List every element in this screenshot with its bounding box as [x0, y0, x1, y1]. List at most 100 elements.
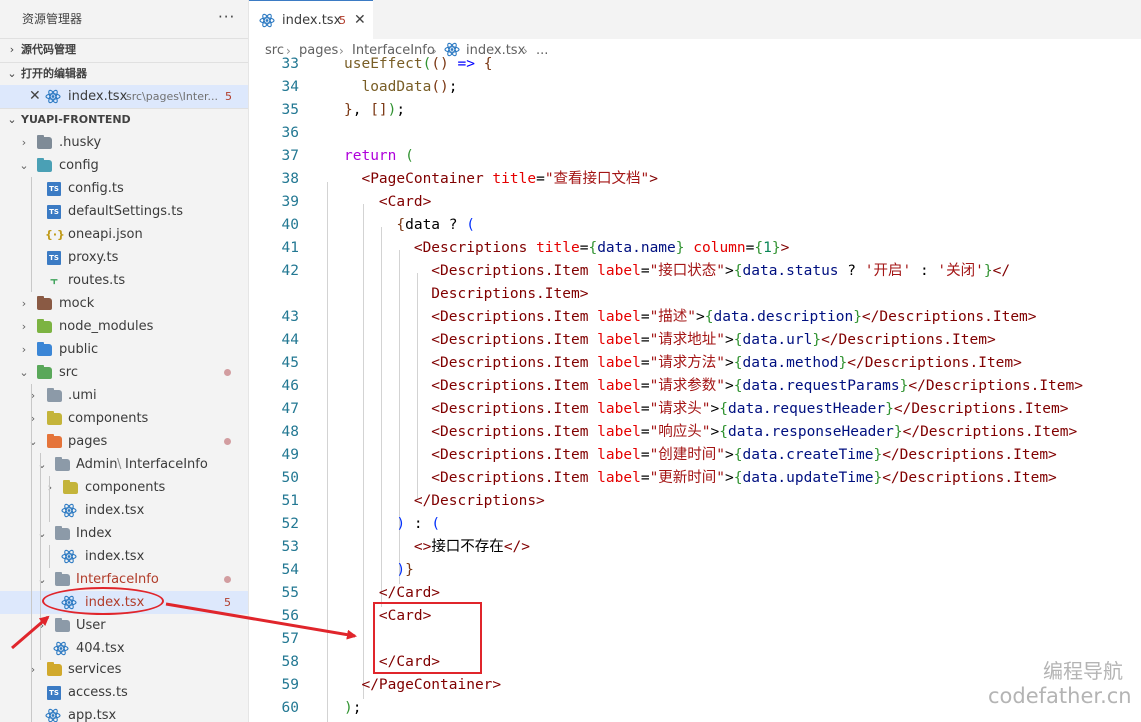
config-folder-icon	[37, 158, 52, 172]
line-number: 47	[281, 401, 299, 417]
tree-item-husky[interactable]: › .husky	[0, 131, 248, 154]
folder-icon	[55, 618, 70, 632]
code-token: =>	[457, 56, 484, 72]
tree-item-routes[interactable]: ⫟ routes.ts	[0, 269, 248, 292]
code-token: (	[466, 217, 475, 233]
section-open-editors[interactable]: ⌄ 打开的编辑器	[0, 62, 248, 84]
tree-item-src[interactable]: ⌄ src	[0, 361, 248, 384]
tree-item-index-folder[interactable]: ⌄ Index	[0, 522, 248, 545]
section-project[interactable]: ⌄ YUAPI-FRONTEND	[0, 108, 248, 130]
tree-item-app[interactable]: app.tsx	[0, 704, 248, 722]
code-token: <	[344, 194, 388, 210]
node-folder-icon	[37, 319, 52, 333]
tree-item-mock[interactable]: › mock	[0, 292, 248, 315]
code-token: >	[725, 332, 734, 348]
folder-icon	[47, 388, 62, 402]
code-token: >	[710, 424, 720, 440]
code-token: label	[597, 309, 641, 325]
code-token: <	[344, 424, 441, 440]
tree-item-node-modules[interactable]: › node_modules	[0, 315, 248, 338]
code-token: data	[405, 217, 449, 233]
section-scm[interactable]: › 源代码管理	[0, 38, 248, 60]
chevron-right-icon: ›	[47, 481, 53, 494]
code-token: Descriptions.Item	[440, 447, 598, 463]
tree-item-defaultsettings[interactable]: TS defaultSettings.ts	[0, 200, 248, 223]
line-number: 54	[281, 562, 299, 578]
code-token: </Descriptions.Item>	[893, 401, 1069, 417]
tree-item-admin-index[interactable]: index.tsx	[0, 499, 248, 522]
code-token: Descriptions.Item	[440, 470, 598, 486]
code-token: <	[344, 263, 441, 279]
code-token: data.requestHeader	[728, 401, 886, 417]
code-token: >	[725, 378, 734, 394]
react-icon	[61, 503, 77, 518]
tree-item-admin[interactable]: ⌄ Admin \ InterfaceInfo	[0, 453, 248, 476]
tab-close-icon[interactable]: ✕	[354, 1, 366, 40]
line-number: 48	[281, 424, 299, 440]
line-number: 39	[281, 194, 299, 210]
code-token: label	[597, 424, 641, 440]
code-line: </Descriptions>	[344, 490, 545, 513]
code-token: {	[733, 470, 743, 486]
code-token: {	[754, 240, 764, 256]
tree-item-public[interactable]: › public	[0, 338, 248, 361]
tree-item-user[interactable]: › User	[0, 614, 248, 637]
tree-item-admin-components[interactable]: › components	[0, 476, 248, 499]
tree-item-label: components	[68, 411, 149, 426]
code-token: Descriptions.Item	[440, 401, 598, 417]
modified-dot	[224, 438, 231, 445]
code-token: {	[588, 240, 598, 256]
code-token: }	[771, 240, 781, 256]
tab-index-tsx[interactable]: index.tsx 5 ✕	[249, 0, 373, 39]
code-token: PageContainer	[370, 171, 493, 187]
tree-item-proxy[interactable]: TS proxy.ts	[0, 246, 248, 269]
code-line: <Descriptions.Item label="请求头">{data.req…	[344, 398, 1068, 421]
tree-item-label: config.ts	[68, 181, 124, 196]
tree-item-404[interactable]: 404.tsx	[0, 637, 248, 660]
code-token: >	[422, 194, 432, 210]
tree-item-components[interactable]: › components	[0, 407, 248, 430]
tree-item-label: Admin	[76, 457, 118, 472]
code-token: ;	[396, 102, 406, 118]
line-number: 52	[281, 516, 299, 532]
modified-dot	[224, 369, 231, 376]
tree-item-services[interactable]: › services	[0, 658, 248, 681]
more-actions-icon[interactable]: ···	[218, 8, 235, 30]
tree-item-access[interactable]: TS access.ts	[0, 681, 248, 704]
code-token: {	[704, 309, 714, 325]
close-icon[interactable]: ✕	[29, 85, 41, 108]
code-token: "请求地址"	[649, 332, 726, 348]
code-line: <Descriptions.Item label="请求方法">{data.me…	[344, 352, 1022, 375]
tree-item-oneapi[interactable]: {·} oneapi.json	[0, 223, 248, 246]
code-token: >	[725, 447, 734, 463]
tree-item-label: services	[68, 662, 122, 677]
code-token: data.method	[742, 355, 839, 371]
tree-item-label: 404.tsx	[76, 641, 125, 656]
tree-item-pages[interactable]: ⌄ pages	[0, 430, 248, 453]
code-token: title	[536, 240, 580, 256]
tree-item-index-index[interactable]: index.tsx	[0, 545, 248, 568]
code-token: (	[422, 56, 432, 72]
line-number: 38	[281, 171, 299, 187]
watermark-url: codefather.cn	[988, 684, 1132, 708]
code-token: data.url	[742, 332, 813, 348]
folder-icon	[55, 572, 70, 586]
code-line: <Descriptions.Item label="更新时间">{data.up…	[344, 467, 1057, 490]
code-token: >	[780, 240, 790, 256]
code-token: []	[370, 102, 388, 118]
tree-item-config[interactable]: ⌄ config	[0, 154, 248, 177]
code-token: data.status	[742, 263, 848, 279]
chevron-right-icon: ›	[9, 43, 15, 56]
line-number: 43	[281, 309, 299, 325]
react-icon	[45, 89, 61, 104]
tree-item-umi[interactable]: › .umi	[0, 384, 248, 407]
line-number: 53	[281, 539, 299, 555]
tree-item-config-ts[interactable]: TS config.ts	[0, 177, 248, 200]
code-token: )	[344, 516, 414, 532]
tree-indent-guide	[49, 476, 50, 522]
react-icon	[53, 641, 69, 656]
code-token: Descriptions.Item	[440, 378, 598, 394]
open-editor-item[interactable]: ✕ index.tsx src\pages\Inter... 5	[0, 85, 248, 108]
typescript-icon: TS	[47, 686, 61, 700]
line-number: 55	[281, 585, 299, 601]
